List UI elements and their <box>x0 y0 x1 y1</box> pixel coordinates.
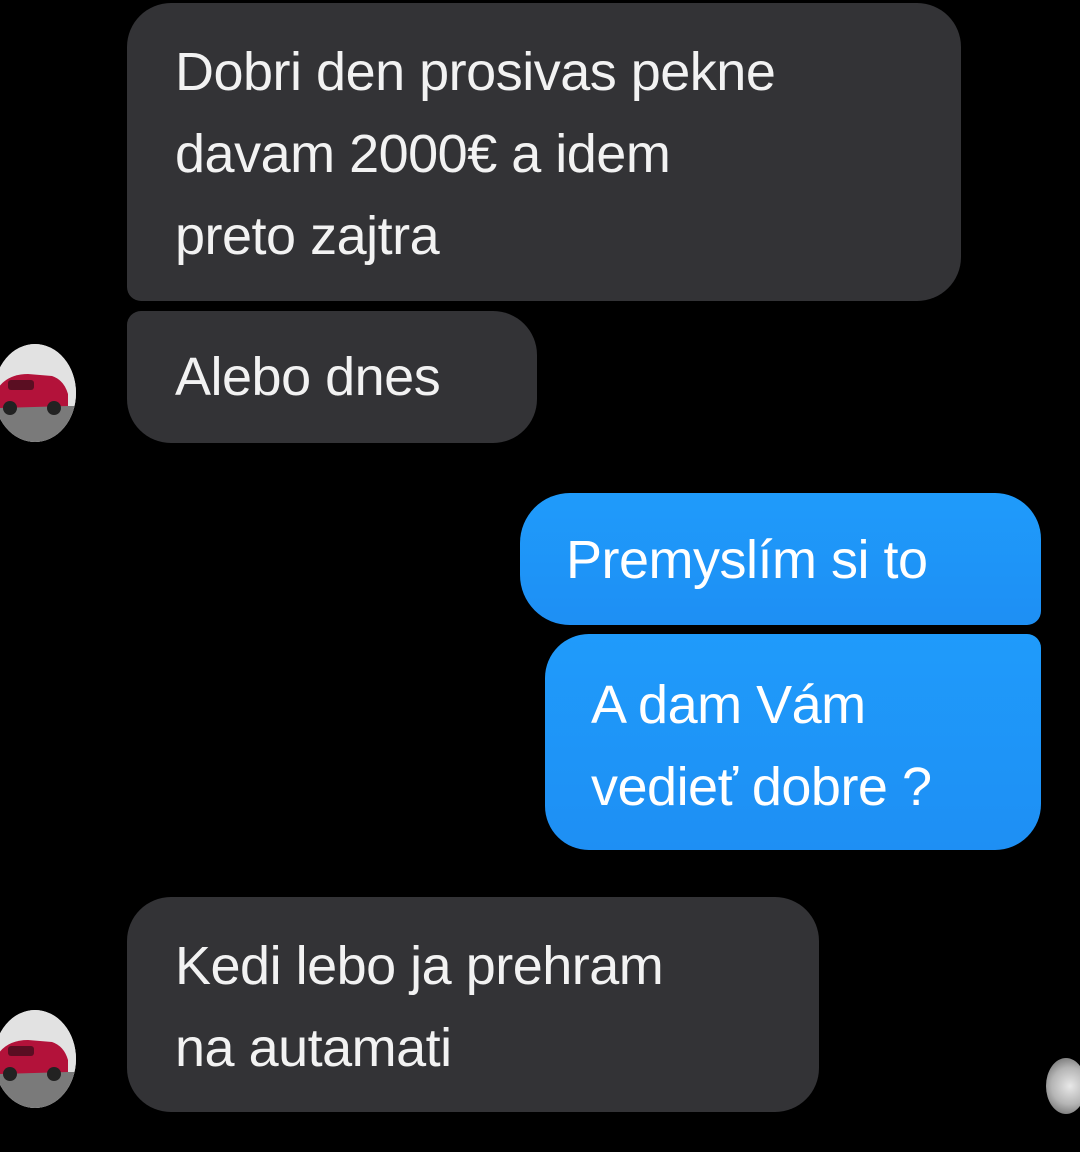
message-text-line: Alebo dnes <box>175 347 441 407</box>
outgoing-message-bubble[interactable]: A dam Vám vedieť dobre ? <box>545 634 1041 850</box>
seen-avatar-icon <box>1046 1058 1080 1114</box>
message-text-line: vedieť dobre ? <box>591 757 932 817</box>
message-text-line: Kedi lebo ja prehram <box>175 936 664 996</box>
message-text-line: davam 2000€ a idem <box>175 124 671 184</box>
contact-avatar[interactable] <box>0 1010 76 1108</box>
car-photo-avatar-icon <box>0 344 76 442</box>
incoming-message-bubble[interactable]: Dobri den prosivas pekne davam 2000€ a i… <box>127 3 961 301</box>
incoming-message-bubble[interactable]: Kedi lebo ja prehram na autamati <box>127 897 819 1112</box>
message-text-line: Premyslím si to <box>566 530 928 590</box>
message-text-line: A dam Vám <box>591 675 866 735</box>
outgoing-message-bubble[interactable]: Premyslím si to <box>520 493 1041 625</box>
message-text-line: preto zajtra <box>175 206 440 266</box>
message-text-line: na autamati <box>175 1018 452 1078</box>
incoming-message-bubble[interactable]: Alebo dnes <box>127 311 537 443</box>
car-photo-avatar-icon <box>0 1010 76 1108</box>
message-text-line: Dobri den prosivas pekne <box>175 42 776 102</box>
contact-avatar[interactable] <box>0 344 76 442</box>
